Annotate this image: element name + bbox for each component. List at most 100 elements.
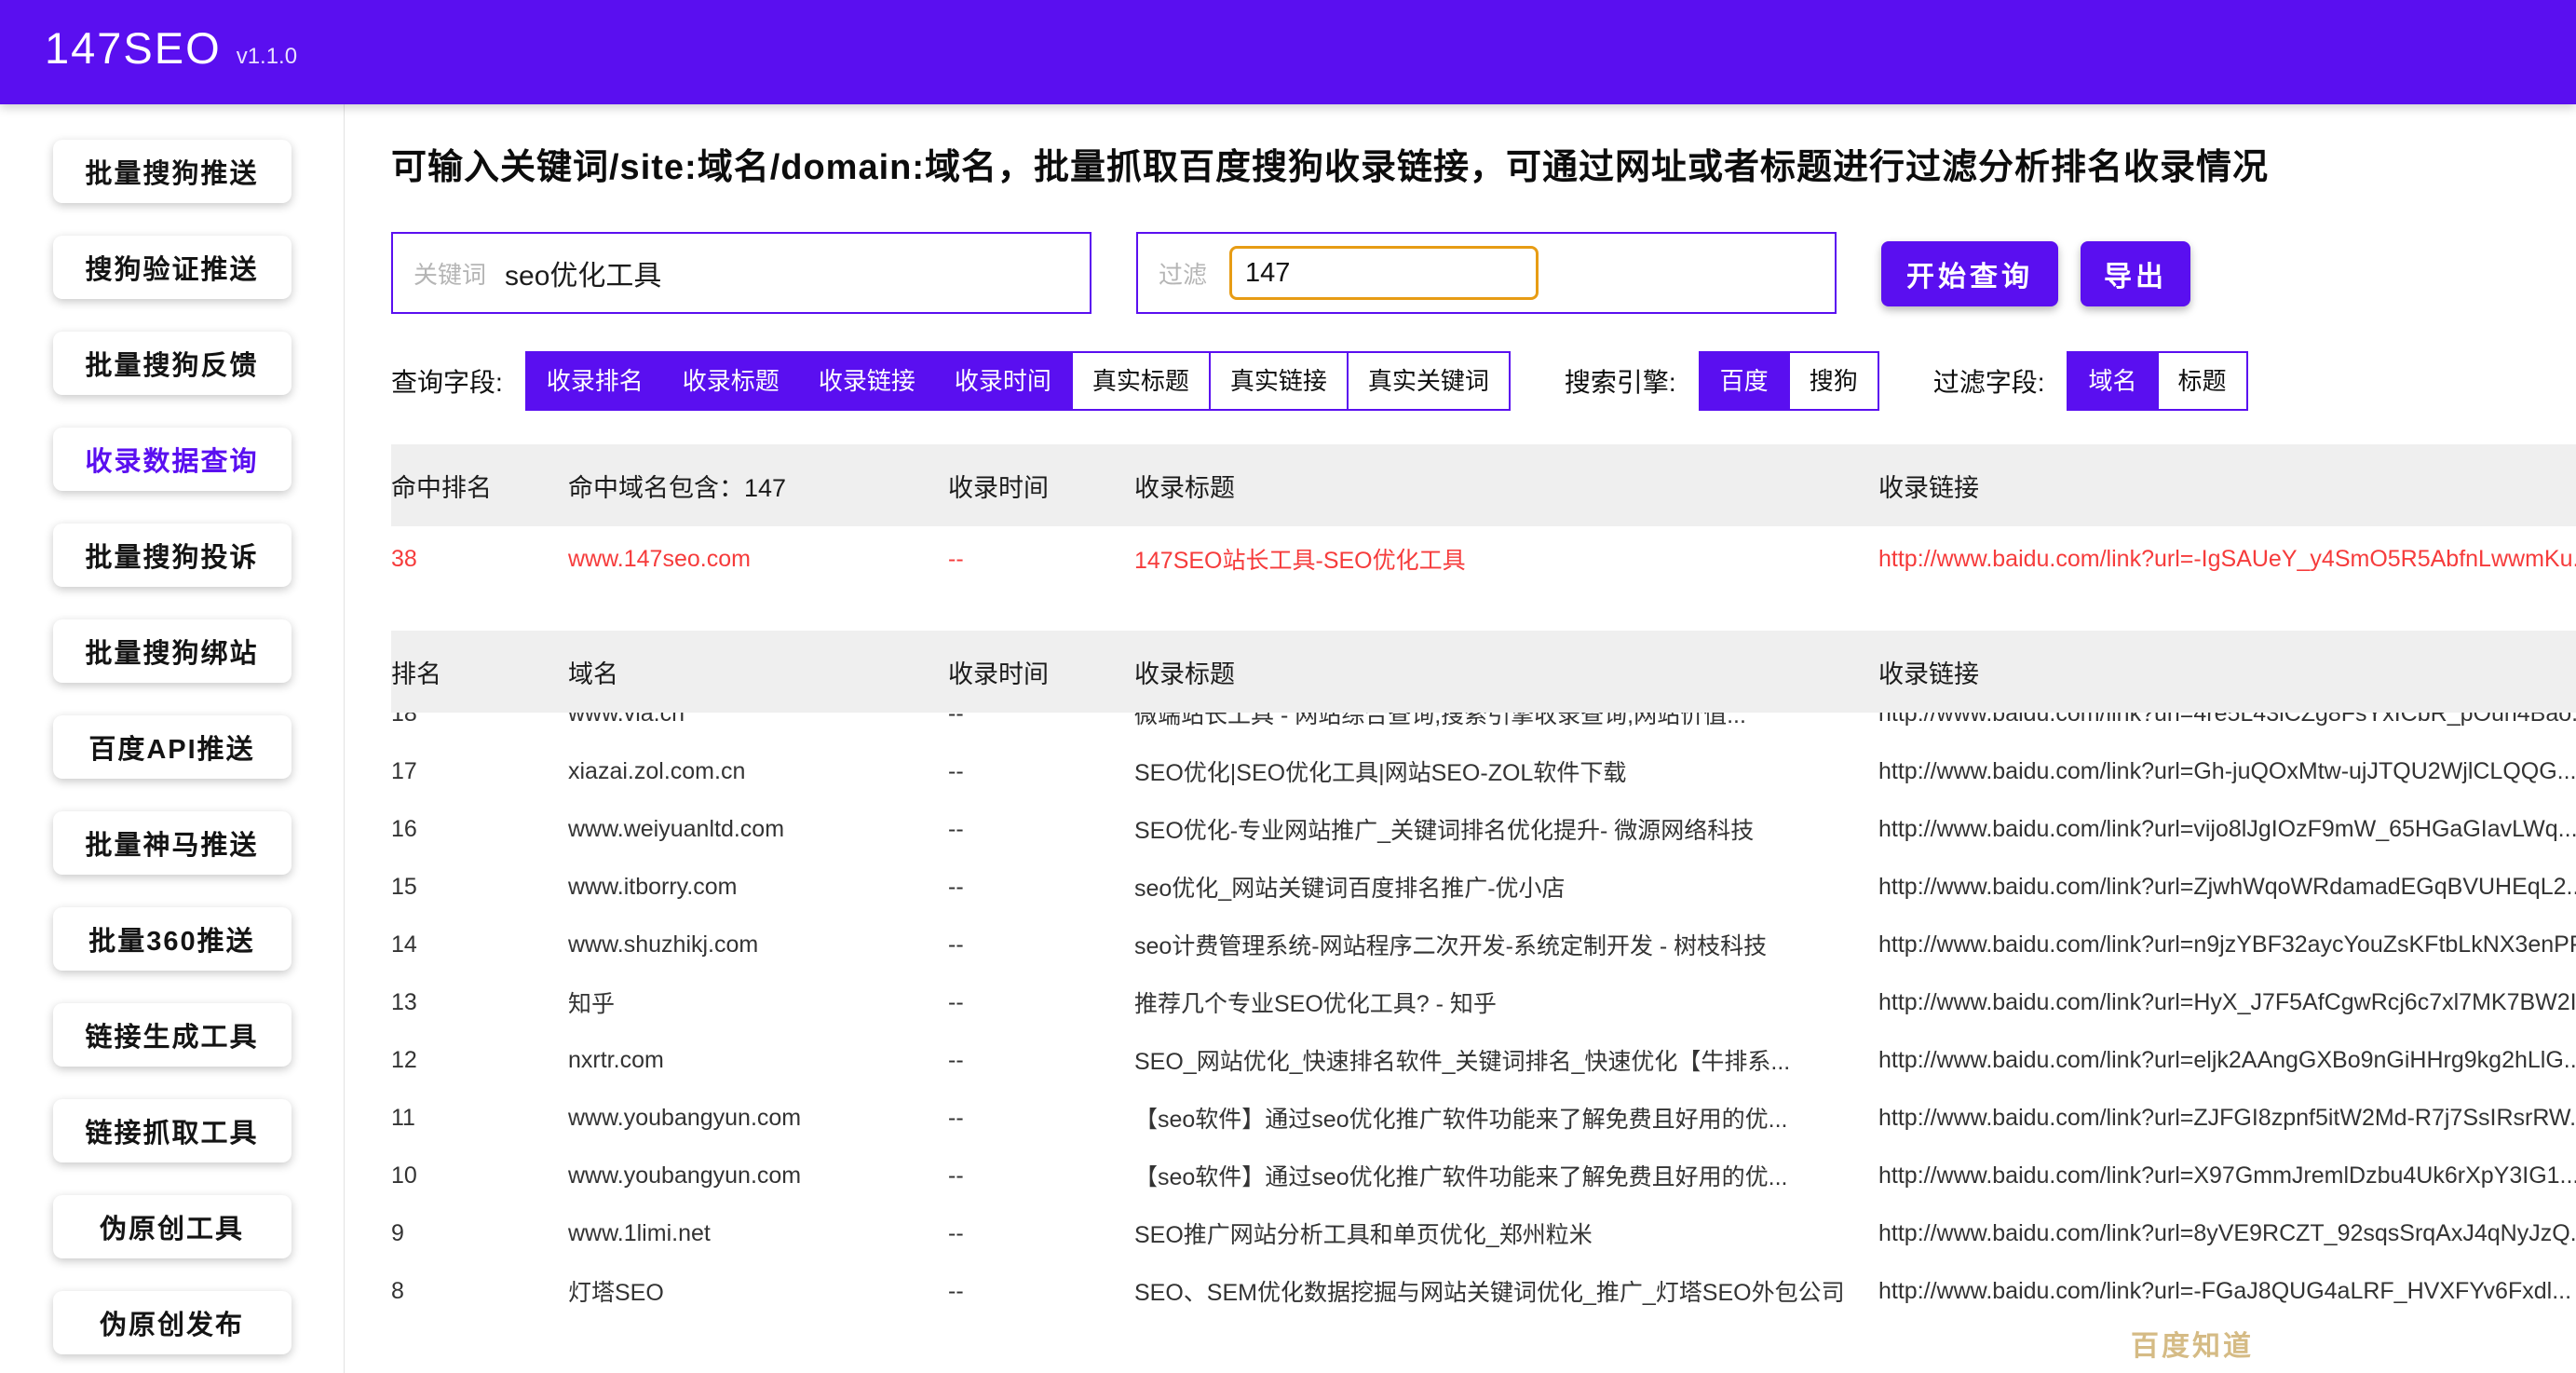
link-cell[interactable]: http://www.baidu.com/link?url=HyX_J7F5Af… [1878, 989, 2576, 1016]
hit-header-domain: 命中域名包含：147 [568, 468, 948, 504]
domain-cell: www.weiyuanltd.com [568, 816, 948, 843]
filter-input[interactable]: 147 [1229, 246, 1539, 300]
sidebar-item[interactable]: 搜狗验证推送 [53, 236, 291, 299]
title-cell: 【seo软件】通过seo优化推广软件功能来了解免费且好用的优... [1134, 1159, 1878, 1192]
link-cell[interactable]: http://www.baidu.com/link?url=ZJFGI8zpnf… [1878, 1105, 2576, 1132]
link-cell[interactable]: http://www.baidu.com/link?url=X97GmmJrem… [1878, 1162, 2576, 1189]
link-cell[interactable]: http://www.baidu.com/link?url=ZjwhWqoWRd… [1878, 874, 2576, 901]
query-field-toggle[interactable]: 真实关键词 [1347, 353, 1509, 409]
result-header-link: 收录链接 [1878, 654, 2576, 690]
rank-cell: 11 [391, 1105, 568, 1132]
domain-cell: www.via.cn [568, 713, 948, 727]
link-cell[interactable]: http://www.baidu.com/link?url=n9jzYBF32a… [1878, 931, 2576, 958]
query-field-toggle[interactable]: 收录链接 [799, 353, 935, 409]
search-engine-option[interactable]: 百度 [1701, 353, 1788, 409]
search-engine-option-label: 百度 [1720, 367, 1769, 395]
hit-table-header: 命中排名 命中域名包含：147 收录时间 收录标题 收录链接 [391, 444, 2576, 526]
title-cell: SEO_网站优化_快速排名软件_关键词排名_快速优化【牛排系... [1134, 1043, 1878, 1077]
sidebar-item[interactable]: 收录数据查询 [53, 428, 291, 491]
start-query-button[interactable]: 开始查询 [1881, 241, 2058, 306]
rank-cell: 12 [391, 1047, 568, 1074]
result-table-row: 10 www.youbangyun.com -- 【seo软件】通过seo优化推… [391, 1147, 2576, 1204]
filter-row: 查询字段: 收录排名 收录标题 收录链接 收录时间 [391, 351, 2576, 411]
result-header-time: 收录时间 [948, 654, 1134, 690]
time-cell: -- [948, 758, 1134, 785]
sidebar-item[interactable]: 伪原创工具 [53, 1195, 291, 1258]
search-engine-toggle: 百度 搜狗 [1699, 351, 1879, 411]
result-table-header: 排名 域名 收录时间 收录标题 收录链接 [391, 631, 2576, 713]
keyword-input[interactable]: 关键词 seo优化工具 [391, 232, 1091, 314]
domain-cell: www.shuzhikj.com [568, 931, 948, 958]
domain-cell: www.youbangyun.com [568, 1105, 948, 1132]
sidebar-item[interactable]: 批量搜狗投诉 [53, 523, 291, 587]
app-version: v1.1.0 [237, 44, 297, 70]
rank-cell: 13 [391, 989, 568, 1016]
title-cell: SEO、SEM优化数据挖掘与网站关键词优化_推广_灯塔SEO外包公司 [1134, 1274, 1878, 1308]
link-cell[interactable]: http://www.baidu.com/link?url=4re5L43iCZ… [1878, 713, 2576, 727]
keyword-input-value: seo优化工具 [505, 252, 661, 293]
link-cell[interactable]: http://www.baidu.com/link?url=Gh-juQOxMt… [1878, 758, 2576, 785]
domain-cell: 灯塔SEO [568, 1274, 948, 1308]
filter-field-option-label: 标题 [2178, 367, 2227, 395]
time-cell: -- [948, 713, 1134, 727]
sidebar-item[interactable]: 百度API推送 [53, 715, 291, 779]
hit-link-cell[interactable]: http://www.baidu.com/link?url=-IgSAUeY_y… [1878, 546, 2576, 573]
result-table-viewport[interactable]: 18 www.via.cn -- 微端站长工具 - 网站综合查询,搜索引擎收录查… [391, 713, 2576, 1309]
title-cell: SEO优化|SEO优化工具|网站SEO-ZOL软件下载 [1134, 754, 1878, 788]
sidebar-item-label: 批量360推送 [88, 919, 254, 958]
query-field-toggle[interactable]: 真实链接 [1209, 353, 1347, 409]
query-field-toggle[interactable]: 收录标题 [663, 353, 799, 409]
result-table-row: 17 xiazai.zol.com.cn -- SEO优化|SEO优化工具|网站… [391, 742, 2576, 800]
sidebar-item[interactable]: 批量神马推送 [53, 811, 291, 875]
sidebar-item[interactable]: 链接生成工具 [53, 1003, 291, 1067]
search-engine-option[interactable]: 搜狗 [1788, 353, 1878, 409]
sidebar-item[interactable]: 链接抓取工具 [53, 1099, 291, 1162]
sidebar-item-label: 收录数据查询 [85, 440, 258, 479]
export-button[interactable]: 导出 [2081, 241, 2190, 306]
sidebar-item-label: 批量搜狗投诉 [85, 536, 258, 575]
time-cell: -- [948, 874, 1134, 901]
domain-cell: www.itborry.com [568, 874, 948, 901]
result-table-row: 8 灯塔SEO -- SEO、SEM优化数据挖掘与网站关键词优化_推广_灯塔SE… [391, 1262, 2576, 1309]
domain-cell: xiazai.zol.com.cn [568, 758, 948, 785]
result-table-row: 11 www.youbangyun.com -- 【seo软件】通过seo优化推… [391, 1089, 2576, 1147]
sidebar-item-label: 批量搜狗推送 [85, 152, 258, 191]
sidebar-item[interactable]: 批量搜狗反馈 [53, 332, 291, 395]
title-cell: SEO推广网站分析工具和单页优化_郑州粒米 [1134, 1217, 1878, 1250]
time-cell: -- [948, 931, 1134, 958]
watermark: 百度知道 [2131, 1323, 2254, 1364]
query-field-toggle[interactable]: 收录时间 [935, 353, 1071, 409]
sidebar-item-label: 搜狗验证推送 [85, 248, 258, 287]
query-field-toggle[interactable]: 真实标题 [1071, 353, 1209, 409]
result-header-title: 收录标题 [1134, 654, 1878, 690]
rank-cell: 14 [391, 931, 568, 958]
link-cell[interactable]: http://www.baidu.com/link?url=eljk2AAngG… [1878, 1047, 2576, 1074]
link-cell[interactable]: http://www.baidu.com/link?url=-FGaJ8QUG4… [1878, 1278, 2576, 1305]
result-header-rank: 排名 [391, 654, 568, 690]
sidebar-item-label: 批量神马推送 [85, 823, 258, 863]
sidebar-item[interactable]: 批量搜狗推送 [53, 140, 291, 203]
link-cell[interactable]: http://www.baidu.com/link?url=vijo8lJgIO… [1878, 816, 2576, 843]
title-cell: 推荐几个专业SEO优化工具? - 知乎 [1134, 986, 1878, 1019]
result-table: 排名 域名 收录时间 收录标题 收录链接 18 www.via.cn -- 微端… [391, 631, 2576, 1309]
filter-field-option[interactable]: 标题 [2157, 353, 2246, 409]
time-cell: -- [948, 1105, 1134, 1132]
hit-table: 命中排名 命中域名包含：147 收录时间 收录标题 收录链接 38 www.14… [391, 444, 2576, 591]
hit-header-link: 收录链接 [1878, 468, 2576, 504]
rank-cell: 15 [391, 874, 568, 901]
search-engine-option-label: 搜狗 [1810, 367, 1858, 395]
filter-field-option[interactable]: 域名 [2068, 353, 2156, 409]
sidebar-item[interactable]: 批量360推送 [53, 907, 291, 971]
title-cell: seo计费管理系统-网站程序二次开发-系统定制开发 - 树枝科技 [1134, 928, 1878, 961]
sidebar-item[interactable]: 伪原创发布 [53, 1291, 291, 1354]
sidebar-item-label: 链接生成工具 [85, 1015, 258, 1054]
query-field-toggle[interactable]: 收录排名 [527, 353, 663, 409]
link-cell[interactable]: http://www.baidu.com/link?url=8yVE9RCZT_… [1878, 1220, 2576, 1247]
result-table-row: 16 www.weiyuanltd.com -- SEO优化-专业网站推广_关键… [391, 800, 2576, 858]
sidebar-item-label: 伪原创工具 [100, 1207, 244, 1246]
sidebar-item[interactable]: 批量搜狗绑站 [53, 619, 291, 683]
result-table-row: 13 知乎 -- 推荐几个专业SEO优化工具? - 知乎 http://www.… [391, 973, 2576, 1031]
query-field-toggle-label: 收录排名 [547, 367, 644, 395]
domain-cell: www.youbangyun.com [568, 1162, 948, 1189]
rank-cell: 10 [391, 1162, 568, 1189]
